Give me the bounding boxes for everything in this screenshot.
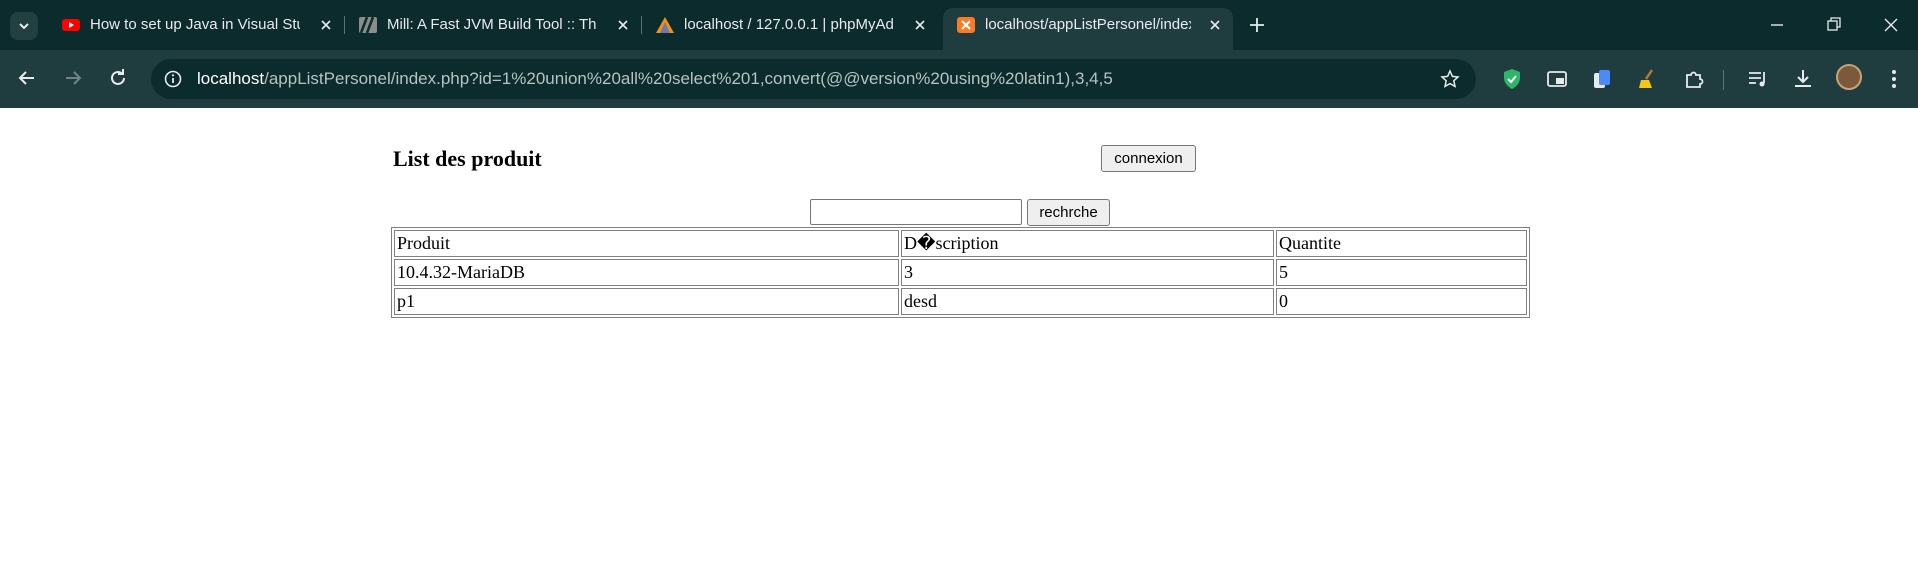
products-table: Produit D�scription Quantite 10.4.32-Mar…	[391, 227, 1530, 318]
chevron-down-icon	[19, 23, 29, 30]
site-info-icon[interactable]	[164, 70, 182, 88]
table-cell-description: 3	[901, 259, 1274, 286]
table-header-row: Produit D�scription Quantite	[394, 230, 1527, 257]
address-path: /appListPersonel/index.php?id=1%20union%…	[264, 69, 1113, 88]
address-bar[interactable]: localhost/appListPersonel/index.php?id=1…	[151, 59, 1476, 99]
copy-extension-icon[interactable]	[1590, 67, 1614, 91]
column-header-quantite: Quantite	[1276, 230, 1527, 257]
browser-toolbar: localhost/appListPersonel/index.php?id=1…	[0, 50, 1918, 108]
extensions-puzzle-icon[interactable]	[1682, 67, 1706, 91]
close-icon[interactable]	[615, 17, 631, 33]
search-input[interactable]	[810, 199, 1022, 225]
search-button[interactable]: rechrche	[1027, 199, 1110, 226]
mill-icon	[359, 17, 377, 33]
table-row: p1 desd 0	[394, 288, 1527, 315]
profile-avatar[interactable]	[1836, 64, 1862, 90]
tab-applistpersonel[interactable]: localhost/appListPersonel/index	[943, 8, 1233, 50]
address-host: localhost	[197, 69, 265, 88]
tab-title: localhost / 127.0.0.1 | phpMyAdmin	[684, 16, 894, 33]
table-cell-quantite: 5	[1276, 259, 1527, 286]
picture-in-picture-icon[interactable]	[1545, 67, 1569, 91]
column-header-description: D�scription	[901, 230, 1274, 257]
tab-title: How to set up Java in Visual Studio	[90, 16, 300, 33]
xampp-icon	[957, 17, 975, 33]
connexion-button[interactable]: connexion	[1101, 145, 1196, 172]
more-menu-icon[interactable]	[1882, 67, 1906, 91]
phpmyadmin-icon	[656, 17, 674, 33]
download-icon[interactable]	[1791, 67, 1815, 91]
table-row: 10.4.32-MariaDB 3 5	[394, 259, 1527, 286]
address-url[interactable]: localhost/appListPersonel/index.php?id=1…	[197, 69, 1113, 89]
forward-icon[interactable]	[60, 65, 86, 91]
tab-title: Mill: A Fast JVM Build Tool :: The	[387, 16, 597, 33]
broom-extension-icon[interactable]	[1636, 67, 1660, 91]
tab-title: localhost/appListPersonel/index	[985, 16, 1191, 33]
table-cell-description: desd	[901, 288, 1274, 315]
table-cell-produit: p1	[394, 288, 899, 315]
close-icon[interactable]	[912, 17, 928, 33]
tab-youtube[interactable]: How to set up Java in Visual Studio	[48, 8, 344, 42]
media-queue-icon[interactable]	[1746, 67, 1770, 91]
tab-search-button[interactable]	[10, 12, 38, 40]
new-tab-icon[interactable]	[1246, 14, 1268, 36]
tab-strip: How to set up Java in Visual Studio Mill…	[0, 0, 1918, 50]
bookmark-star-icon[interactable]	[1440, 69, 1460, 89]
tab-mill[interactable]: Mill: A Fast JVM Build Tool :: The	[345, 8, 641, 42]
minimize-icon[interactable]	[1764, 12, 1790, 38]
table-cell-produit: 10.4.32-MariaDB	[394, 259, 899, 286]
restore-icon[interactable]	[1821, 12, 1847, 38]
column-header-produit: Produit	[394, 230, 899, 257]
shield-extension-icon[interactable]	[1500, 67, 1524, 91]
reload-icon[interactable]	[105, 65, 131, 91]
back-icon[interactable]	[14, 65, 40, 91]
close-icon[interactable]	[1207, 17, 1223, 33]
close-window-icon[interactable]	[1878, 12, 1904, 38]
page-title: List des produit	[393, 146, 542, 171]
toolbar-separator	[1723, 70, 1724, 90]
tab-phpmyadmin[interactable]: localhost / 127.0.0.1 | phpMyAdmin	[642, 8, 938, 42]
table-cell-quantite: 0	[1276, 288, 1527, 315]
youtube-icon	[62, 19, 80, 31]
close-icon[interactable]	[318, 17, 334, 33]
